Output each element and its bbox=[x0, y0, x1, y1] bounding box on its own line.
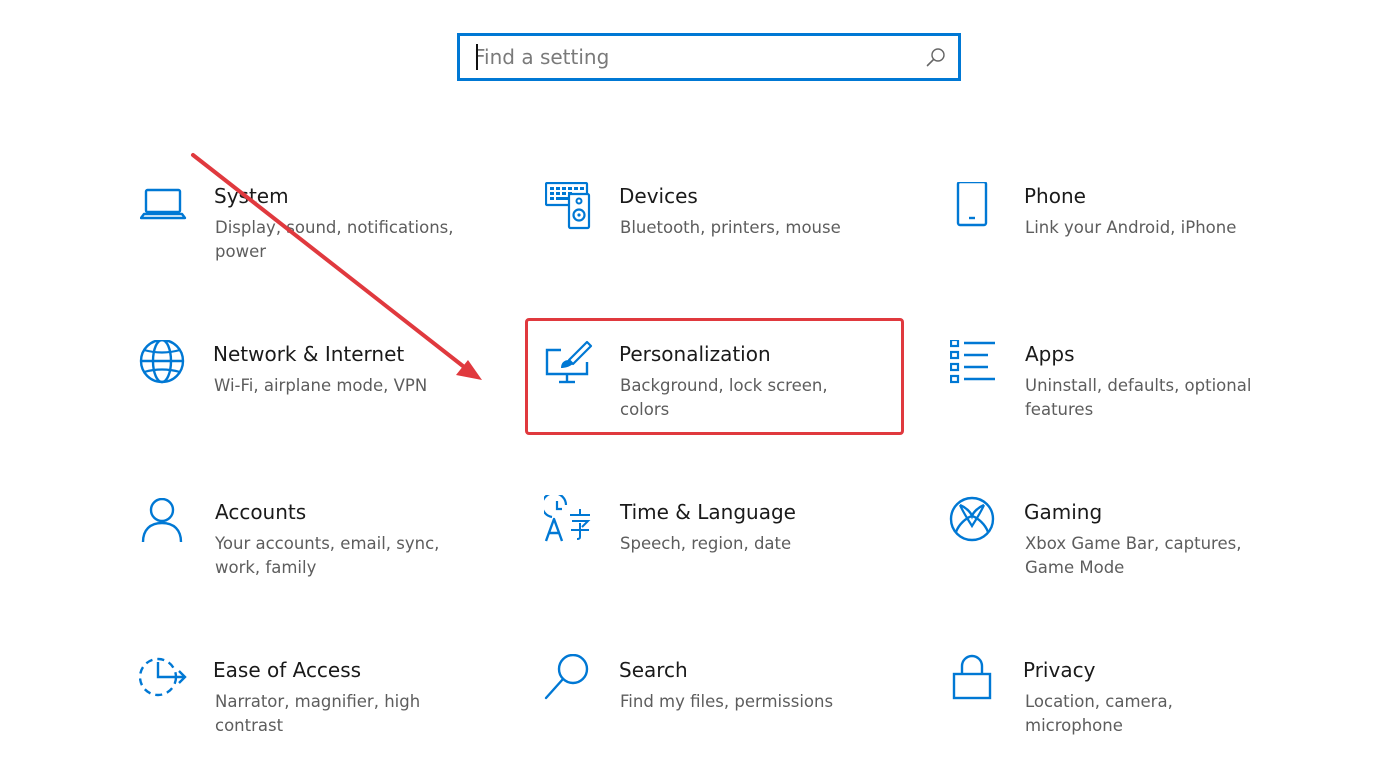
tile-description: Speech, region, date bbox=[620, 534, 792, 553]
tile-privacy[interactable]: Privacy Location, camera, microphone bbox=[952, 654, 1292, 759]
tile-description: Background, lock screen, colors bbox=[620, 376, 828, 419]
tile-description: Display, sound, notifications, power bbox=[215, 218, 454, 261]
search-icon bbox=[926, 48, 945, 67]
tile-title: Time & Language bbox=[620, 500, 796, 524]
tile-title: Apps bbox=[1025, 342, 1075, 366]
tile-search[interactable]: Search Find my files, permissions bbox=[544, 654, 884, 759]
tile-time-language[interactable]: Time & Language Speech, region, date bbox=[544, 495, 884, 605]
tile-description: Uninstall, defaults, optional features bbox=[1025, 376, 1252, 419]
apps-list-icon bbox=[950, 340, 995, 384]
tile-apps[interactable]: Apps Uninstall, defaults, optional featu… bbox=[950, 340, 1290, 450]
phone-icon bbox=[956, 182, 988, 227]
devices-icon bbox=[545, 182, 591, 230]
tile-title: System bbox=[214, 184, 289, 208]
search-input[interactable] bbox=[474, 36, 914, 78]
search-box[interactable] bbox=[457, 33, 961, 81]
tile-title: Search bbox=[619, 658, 688, 682]
globe-icon bbox=[139, 340, 185, 384]
tile-title: Phone bbox=[1024, 184, 1086, 208]
tile-devices[interactable]: Devices Bluetooth, printers, mouse bbox=[545, 182, 885, 292]
tile-description: Link your Android, iPhone bbox=[1025, 218, 1237, 237]
lock-icon bbox=[952, 654, 992, 700]
tile-description: Wi-Fi, airplane mode, VPN bbox=[214, 376, 428, 395]
tile-title: Ease of Access bbox=[213, 658, 362, 682]
tile-description: Your accounts, email, sync, work, family bbox=[215, 534, 440, 577]
tile-title: Personalization bbox=[619, 342, 771, 366]
time-language-icon bbox=[544, 495, 591, 542]
person-icon bbox=[141, 498, 183, 543]
tile-description: Xbox Game Bar, captures, Game Mode bbox=[1025, 534, 1242, 577]
tile-network-internet[interactable]: Network & Internet Wi-Fi, airplane mode,… bbox=[139, 340, 479, 450]
tile-description: Location, camera, microphone bbox=[1025, 692, 1173, 735]
tile-description: Bluetooth, printers, mouse bbox=[620, 218, 841, 237]
tile-accounts[interactable]: Accounts Your accounts, email, sync, wor… bbox=[140, 498, 480, 608]
tile-title: Privacy bbox=[1023, 658, 1096, 682]
magnifier-icon bbox=[544, 654, 589, 700]
tile-description: Narrator, magnifier, high contrast bbox=[215, 692, 421, 735]
tile-description: Find my files, permissions bbox=[620, 692, 834, 711]
tile-ease-of-access[interactable]: Ease of Access Narrator, magnifier, high… bbox=[139, 656, 479, 759]
tile-personalization[interactable]: Personalization Background, lock screen,… bbox=[545, 340, 885, 450]
tile-title: Devices bbox=[619, 184, 698, 208]
laptop-icon bbox=[140, 188, 187, 220]
tile-title: Accounts bbox=[215, 500, 307, 524]
xbox-icon bbox=[949, 496, 995, 542]
tile-title: Gaming bbox=[1024, 500, 1103, 524]
tile-phone[interactable]: Phone Link your Android, iPhone bbox=[950, 182, 1290, 292]
tile-title: Network & Internet bbox=[213, 342, 405, 366]
tile-system[interactable]: System Display, sound, notifications, po… bbox=[140, 182, 480, 292]
paintbrush-monitor-icon bbox=[545, 340, 593, 384]
tile-gaming[interactable]: Gaming Xbox Game Bar, captures, Game Mod… bbox=[949, 496, 1289, 606]
text-caret bbox=[476, 44, 478, 70]
ease-of-access-icon bbox=[139, 657, 187, 697]
